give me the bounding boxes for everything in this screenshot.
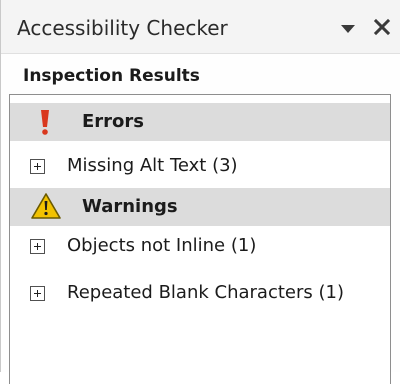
- warnings-group-label: Warnings: [82, 196, 178, 217]
- list-item-objects-not-inline[interactable]: Objects not Inline (1): [10, 231, 390, 261]
- accessibility-checker-pane: Accessibility Checker Inspection Results…: [0, 0, 400, 384]
- close-x-icon[interactable]: [371, 16, 393, 38]
- pane-titlebar: Accessibility Checker: [1, 0, 400, 54]
- errors-group-label: Errors: [82, 111, 145, 132]
- list-item-label: Missing Alt Text (3): [67, 155, 238, 176]
- expand-plus-icon[interactable]: [30, 239, 45, 254]
- warning-triangle-icon: [30, 192, 62, 224]
- list-item-label: Repeated Blank Characters (1): [67, 282, 344, 303]
- dropdown-triangle-icon[interactable]: [339, 20, 357, 38]
- list-item-label: Objects not Inline (1): [67, 235, 257, 256]
- list-item-repeated-blank-characters[interactable]: Repeated Blank Characters (1): [10, 278, 390, 308]
- inspection-results-heading: Inspection Results: [23, 66, 200, 86]
- pane-title: Accessibility Checker: [17, 16, 228, 40]
- warnings-group-header[interactable]: Warnings: [10, 188, 390, 226]
- exclamation-icon: [38, 107, 52, 141]
- list-item-missing-alt-text[interactable]: Missing Alt Text (3): [10, 151, 390, 181]
- errors-group-header[interactable]: Errors: [10, 103, 390, 141]
- inspection-results-list: Errors Missing Alt Text (3) Warnings Obj…: [9, 94, 391, 384]
- expand-plus-icon[interactable]: [30, 159, 45, 174]
- expand-plus-icon[interactable]: [30, 286, 45, 301]
